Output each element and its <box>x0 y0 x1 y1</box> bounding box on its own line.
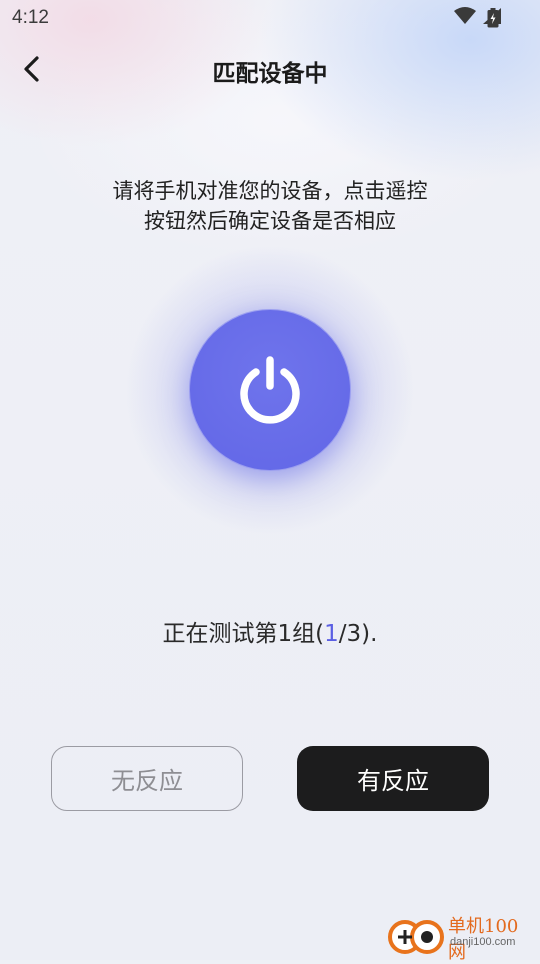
status-bar: 4:12 <box>0 0 540 36</box>
status-time: 4:12 <box>12 7 49 28</box>
watermark: 单机100网 danji100.com <box>386 910 536 963</box>
no-response-button[interactable]: 无反应 <box>51 746 243 811</box>
has-response-button[interactable]: 有反应 <box>297 746 489 811</box>
power-button[interactable] <box>189 309 351 471</box>
instruction-line-2: 按钮然后确定设备是否相应 <box>144 209 396 233</box>
header: 匹配设备中 <box>0 36 540 102</box>
instruction-line-1: 请将手机对准您的设备，点击遥控 <box>112 179 428 203</box>
progress-suffix: /3). <box>338 621 378 647</box>
watermark-logo-icon <box>388 920 444 954</box>
wifi-icon <box>454 7 476 24</box>
battery-icon <box>487 8 499 28</box>
page-title: 匹配设备中 <box>212 61 328 87</box>
test-progress: 正在测试第1组(1/3). <box>0 614 540 648</box>
progress-prefix: 正在测试第1组( <box>162 621 325 647</box>
power-icon <box>240 356 300 424</box>
instruction-text: 请将手机对准您的设备，点击遥控 按钮然后确定设备是否相应 <box>60 176 480 236</box>
watermark-url: danji100.com <box>450 936 516 948</box>
progress-current: 1 <box>324 621 339 647</box>
